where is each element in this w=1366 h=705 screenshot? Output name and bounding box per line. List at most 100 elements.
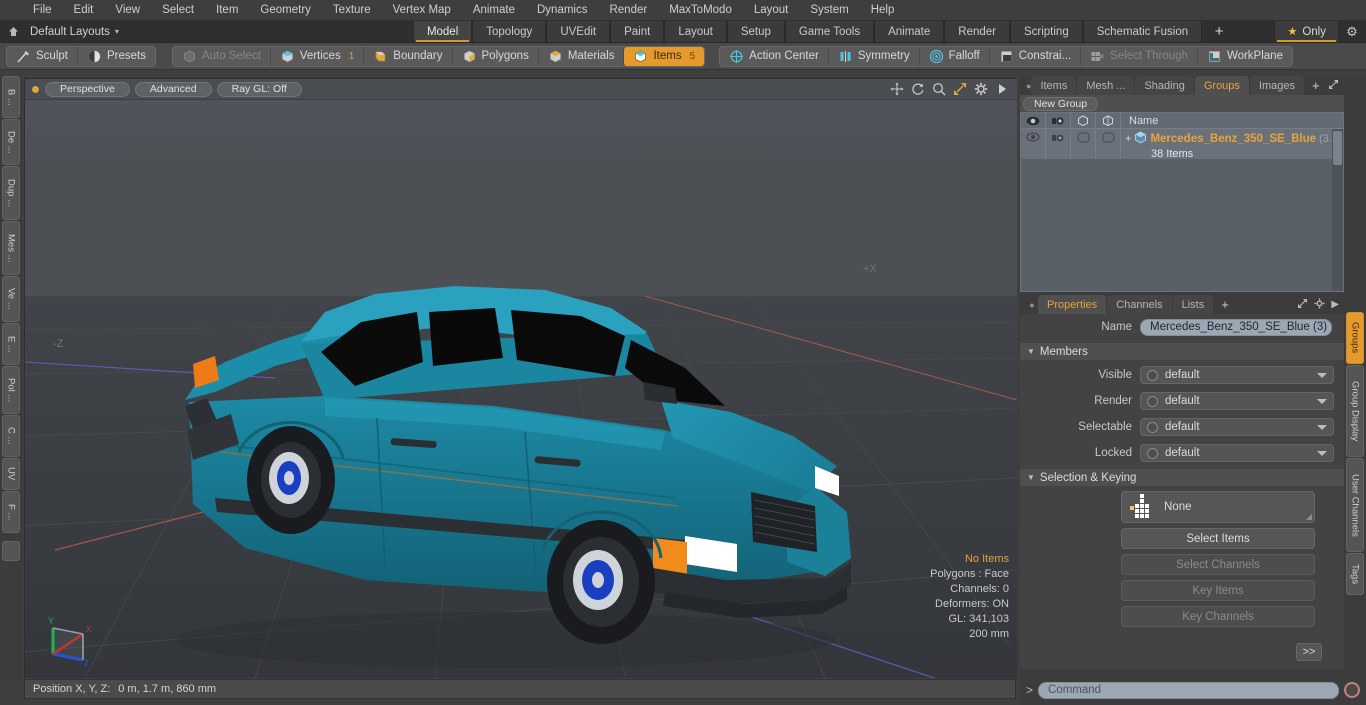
items-button[interactable]: Items 5	[624, 46, 705, 66]
table-row[interactable]: + Mercedes_Benz_350_SE_Blue (3... 38 Ite…	[1021, 129, 1343, 160]
constraint-button[interactable]: Constrai...	[990, 46, 1082, 66]
select-items-button[interactable]: Select Items	[1121, 528, 1315, 549]
menu-item[interactable]: MaxToModo	[658, 0, 743, 21]
tab-paint[interactable]: Paint	[610, 21, 665, 42]
locked-dropdown[interactable]: default	[1140, 444, 1334, 462]
menu-item[interactable]: Select	[151, 0, 205, 21]
visible-dropdown[interactable]: default	[1140, 366, 1334, 384]
zoom-icon[interactable]	[932, 82, 946, 96]
menu-item[interactable]: Texture	[322, 0, 382, 21]
tab-groups[interactable]: Groups	[1194, 76, 1249, 95]
expand-icon[interactable]	[1297, 298, 1308, 312]
tab-schematic-fusion[interactable]: Schematic Fusion	[1082, 21, 1203, 42]
tab-uvedit[interactable]: UVEdit	[546, 21, 611, 42]
tab-model[interactable]: Model	[412, 21, 473, 42]
left-rail-tab-ve[interactable]: Ve ...	[2, 276, 20, 322]
row-lock-toggle[interactable]	[1096, 129, 1121, 159]
menu-item[interactable]: Help	[860, 0, 906, 21]
viewport-shading-dropdown[interactable]: Advanced	[134, 81, 212, 97]
materials-button[interactable]: Materials	[539, 46, 625, 66]
pan-icon[interactable]	[890, 82, 904, 96]
left-rail-tab-extra[interactable]	[2, 541, 20, 561]
symmetry-button[interactable]: Symmetry	[829, 46, 920, 66]
falloff-button[interactable]: Falloff	[920, 46, 990, 66]
gear-icon[interactable]: ⚙	[1338, 21, 1366, 42]
expand-icon[interactable]	[1328, 79, 1339, 93]
tab-animate[interactable]: Animate	[874, 21, 945, 42]
play-arrow-icon[interactable]	[995, 82, 1009, 96]
add-panel-tab-button[interactable]: +	[1305, 76, 1327, 95]
auto-select-button[interactable]: Auto Select	[173, 46, 271, 66]
row-selectable-toggle[interactable]	[1071, 129, 1096, 159]
right-rail-tab-tags[interactable]: Tags	[1346, 553, 1364, 595]
tab-setup[interactable]: Setup	[726, 21, 785, 42]
menu-item[interactable]: Geometry	[249, 0, 322, 21]
select-through-button[interactable]: Select Through	[1081, 46, 1198, 66]
tab-topology[interactable]: Topology	[472, 21, 547, 42]
left-rail-tab-c[interactable]: C ...	[2, 415, 20, 457]
group-list-scrollbar[interactable]	[1332, 129, 1343, 291]
left-rail-tab-dup[interactable]: Dup ...	[2, 166, 20, 220]
menu-item[interactable]: Dynamics	[526, 0, 598, 21]
default-layouts-dropdown[interactable]: Default Layouts ▾	[26, 21, 129, 42]
members-section-header[interactable]: ▼ Members	[1020, 343, 1344, 360]
expander-icon[interactable]: +	[1125, 133, 1131, 145]
gear-icon[interactable]	[974, 82, 988, 96]
record-icon[interactable]	[1344, 682, 1360, 698]
more-options-button[interactable]: >>	[1296, 643, 1322, 661]
menu-item[interactable]: View	[104, 0, 151, 21]
menu-item[interactable]: Animate	[462, 0, 526, 21]
name-field[interactable]: Mercedes_Benz_350_SE_Blue (3)	[1140, 318, 1332, 336]
command-input[interactable]: Command	[1038, 681, 1339, 699]
tab-lists[interactable]: Lists	[1172, 295, 1214, 314]
menu-item[interactable]: System	[799, 0, 859, 21]
boundary-button[interactable]: Boundary	[364, 46, 453, 66]
tab-images[interactable]: Images	[1249, 76, 1304, 95]
left-rail-tab-uv[interactable]: UV	[2, 458, 20, 490]
render-dropdown[interactable]: default	[1140, 392, 1334, 410]
presets-button[interactable]: Presets	[78, 47, 155, 66]
new-group-button[interactable]: New Group	[1023, 96, 1099, 111]
menu-item[interactable]: Vertex Map	[382, 0, 462, 21]
chevron-right-icon[interactable]: ▶	[1331, 299, 1339, 310]
viewport-3d-canvas[interactable]: -Z +X No Items Polygons : Face Channels:…	[25, 100, 1017, 678]
rotate-icon[interactable]	[911, 82, 925, 96]
properties-menu-dot-icon[interactable]: ●	[1026, 295, 1038, 314]
workplane-button[interactable]: WorkPlane	[1198, 47, 1292, 66]
tab-layout[interactable]: Layout	[664, 21, 727, 42]
left-rail-tab-mes[interactable]: Mes ...	[2, 221, 20, 275]
menu-item[interactable]: Item	[205, 0, 249, 21]
selection-set-dropdown[interactable]: None	[1121, 491, 1315, 523]
right-rail-tab-groups[interactable]: Groups	[1346, 312, 1364, 364]
right-rail-tab-user-channels[interactable]: User Channels	[1346, 458, 1364, 552]
only-toggle-button[interactable]: ★ Only	[1274, 21, 1338, 42]
axis-gizmo[interactable]: Y X Z	[39, 614, 99, 668]
left-rail-tab-de[interactable]: De ...	[2, 119, 20, 165]
menu-item[interactable]: Render	[598, 0, 658, 21]
key-channels-button[interactable]: Key Channels	[1121, 606, 1315, 627]
selectable-dropdown[interactable]: default	[1140, 418, 1334, 436]
left-rail-tab-b[interactable]: B ...	[2, 76, 20, 118]
select-channels-button[interactable]: Select Channels	[1121, 554, 1315, 575]
tab-game-tools[interactable]: Game Tools	[784, 21, 875, 42]
home-icon[interactable]	[0, 21, 26, 42]
action-center-button[interactable]: Action Center	[720, 46, 829, 66]
tab-items[interactable]: Items	[1031, 76, 1077, 95]
tab-properties[interactable]: Properties	[1038, 295, 1107, 314]
tab-channels[interactable]: Channels	[1107, 295, 1172, 314]
viewport-view-dropdown[interactable]: Perspective	[45, 81, 130, 97]
tab-shading[interactable]: Shading	[1135, 76, 1194, 95]
row-render-toggle[interactable]	[1046, 129, 1071, 159]
menu-item[interactable]: Layout	[743, 0, 800, 21]
polygons-button[interactable]: Polygons	[453, 46, 539, 66]
left-rail-tab-pol[interactable]: Pol ...	[2, 366, 20, 414]
add-properties-tab-button[interactable]: +	[1214, 295, 1236, 314]
tab-mesh[interactable]: Mesh ...	[1077, 76, 1135, 95]
sculpt-button[interactable]: Sculpt	[7, 46, 78, 66]
menu-item[interactable]: Edit	[63, 0, 105, 21]
row-eye-toggle[interactable]	[1021, 129, 1046, 159]
group-list[interactable]: Name + Mercedes_Benz_350_SE_Blue (3... 3…	[1020, 112, 1344, 292]
left-rail-tab-f[interactable]: F ...	[2, 491, 20, 533]
scrollbar-thumb[interactable]	[1333, 131, 1342, 165]
tab-render[interactable]: Render	[944, 21, 1010, 42]
